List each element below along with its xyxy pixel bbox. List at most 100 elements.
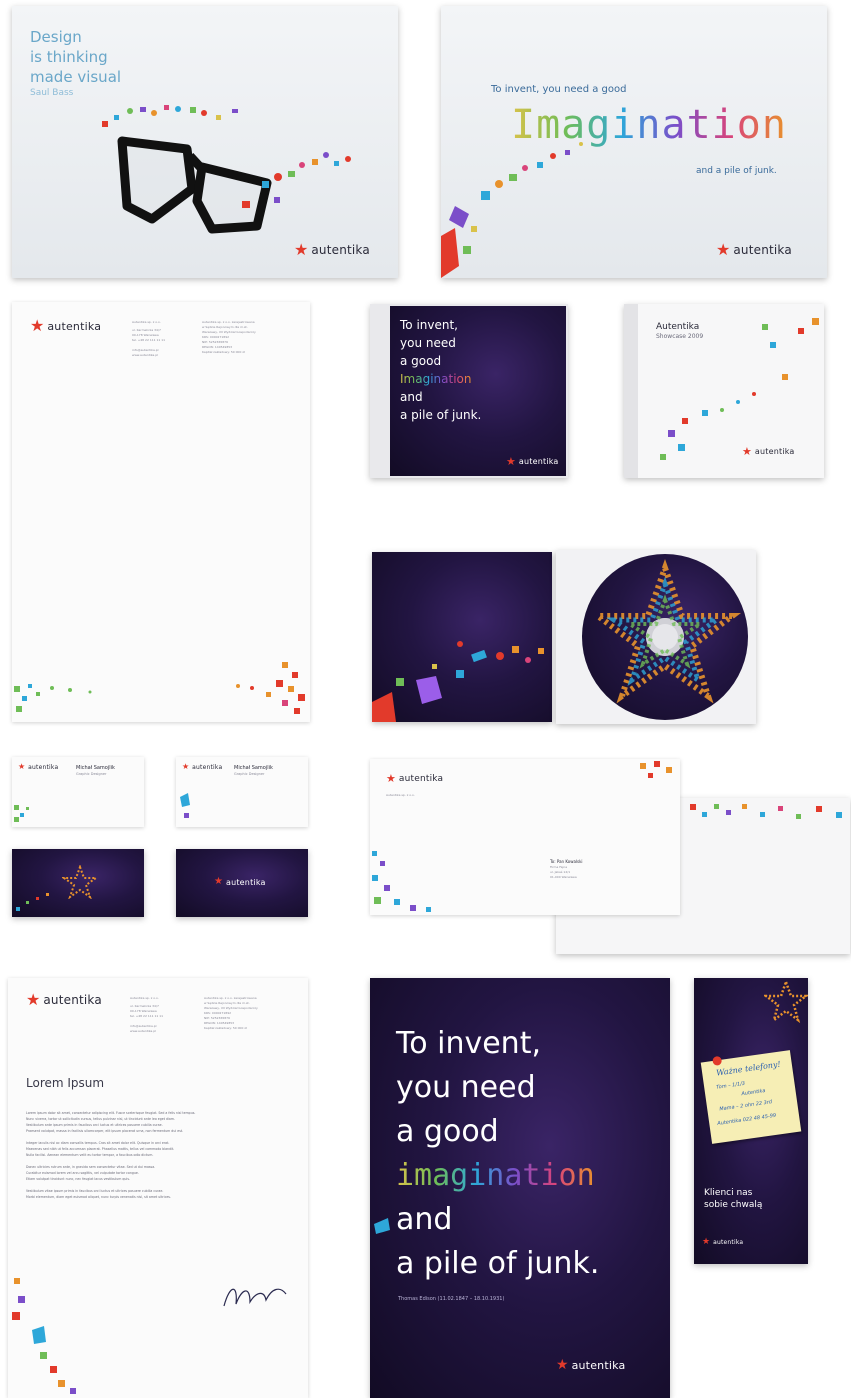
autentika-star-icon: ★ (742, 445, 752, 458)
poster1-logo: ★ autentika (294, 242, 370, 258)
poster1-quote-line2: is thinking (30, 48, 108, 66)
letter-address-right: Autentika sp. z o.o. zarejestrowana w Są… (204, 996, 258, 1030)
envelope-sender: Autentika sp. z o.o. (386, 793, 415, 797)
business-card-front-2: ★ autentika Michał Samojlik Graphic Desi… (176, 757, 308, 827)
business-card-back-2: ★ autentika (176, 849, 308, 917)
autentika-star-icon: ★ (556, 1357, 569, 1373)
bc1-name: Michał Samojlik (76, 765, 115, 771)
autentika-star-icon: ★ (506, 455, 516, 468)
rollup-note-line2: Autentika (741, 1087, 766, 1098)
letterhead-address-left: ul. Karmelicka 34/7 00-178 Warszawa tel.… (132, 328, 166, 357)
poster2-logo-word: autentika (733, 243, 792, 257)
cd-disc-star-icon (589, 559, 741, 704)
envelope-logo: ★ autentika (386, 773, 443, 784)
poster1-quote-line1: Design (30, 28, 82, 46)
cd-cover-artwork: To invent, you need a good Imagination a… (390, 306, 566, 476)
poster3-line2: you need (396, 1070, 536, 1105)
cd-cover-logo: ★ autentika (506, 456, 559, 467)
envelope-to-lines: Firma Fajna ul. Jakaś 12/1 01-000 Warsza… (550, 865, 577, 879)
cd-cover: To invent, you need a good Imagination a… (370, 304, 568, 478)
envelope-back-confetti (690, 804, 842, 819)
poster3-line6: a pile of junk. (396, 1246, 600, 1281)
bc-back2-logo-word: autentika (225, 877, 266, 887)
envelope-logo-word: autentika (398, 773, 444, 784)
poster-imagination: To invent, you need a good Imagination a… (441, 6, 827, 278)
rollup-note-line4: Autentika 022 48 45-99 (717, 1112, 777, 1127)
poster1-quote-line3: made visual (30, 68, 122, 86)
envelope-to-label: To: Pan Kowalski (550, 859, 583, 864)
autentika-star-icon: ★ (294, 240, 309, 259)
poster3-line4: imagination (396, 1158, 595, 1193)
poster3-logo-word: autentika (571, 1358, 626, 1372)
envelope-confetti-left (372, 851, 431, 912)
poster3-line5: and (396, 1202, 453, 1237)
pushpin-icon (712, 1055, 723, 1066)
cd-back-logo: ★ autentika (742, 446, 795, 457)
letterhead-sheet: ★ autentika Autentika sp. z o.o. ul. Kar… (12, 302, 310, 722)
cd-back-logo-word: autentika (754, 447, 795, 456)
poster2-logo: ★ autentika (716, 242, 792, 258)
poster-dark-edison: To invent, you need a good imagination a… (370, 978, 670, 1398)
poster1-logo-word: autentika (311, 243, 370, 257)
rollup-slogan-line2: sobie chwalą (704, 1200, 763, 1210)
letter-signature (223, 1288, 287, 1307)
letter-confetti (12, 1278, 76, 1394)
autentika-star-icon: ★ (18, 762, 26, 771)
bc-back1-confetti (16, 893, 49, 911)
cd-cover-line1: To invent, (400, 318, 458, 332)
bc1-role: Graphic Designer (76, 772, 107, 776)
bc2-confetti (180, 793, 190, 818)
poster3-line1: To invent, (396, 1026, 541, 1061)
envelope-confetti-right (640, 761, 672, 778)
autentika-star-icon: ★ (386, 772, 396, 785)
poster-design-thinking: Design is thinking made visual Saul Bass… (12, 6, 398, 278)
poster1-author: Saul Bass (30, 88, 74, 98)
autentika-star-icon: ★ (214, 876, 223, 887)
rollup-note-line1: Tom – 1/1/3 (715, 1080, 746, 1091)
cd-disc (582, 554, 748, 720)
bc1-logo: ★ autentika (18, 763, 58, 771)
letter-sheet: ★ autentika Autentika sp. z o.o. ul. Kar… (8, 978, 308, 1398)
poster3-junk-icon (374, 1218, 390, 1234)
rollup-logo-word: autentika (713, 1239, 744, 1246)
business-card-front-1: ★ autentika Michał Samojlik Graphic Desi… (12, 757, 144, 827)
bc-back2-logo: ★ autentika (214, 877, 266, 887)
glasses-illustration (102, 105, 351, 234)
letterhead-logo: ★ autentika (30, 318, 101, 334)
bc1-logo-word: autentika (28, 763, 59, 771)
autentika-star-icon: ★ (716, 240, 731, 259)
junk-trail-illustration (441, 142, 583, 278)
poster3-logo: ★ autentika (556, 1358, 625, 1372)
cd-inlay-left (372, 552, 552, 722)
autentika-star-icon: ★ (26, 990, 41, 1009)
cd-cover-line4: Imagination (400, 372, 472, 386)
letterhead-address-right: Autentika sp. z o.o. zarejestrowana w Są… (202, 320, 256, 354)
letter-company: Autentika sp. z o.o. (130, 996, 159, 1000)
cd-cover-logo-word: autentika (518, 457, 559, 466)
letterhead-confetti-left (14, 684, 92, 712)
poster2-tail: and a pile of junk. (696, 166, 777, 176)
cd-inlay-confetti (372, 641, 544, 722)
rollup-sticky-note: Ważne telefony! Tom – 1/1/3 Autentika Ma… (700, 1050, 802, 1144)
poster2-lead: To invent, you need a good (491, 84, 627, 95)
rollup-banner: Ważne telefony! Tom – 1/1/3 Autentika Ma… (694, 978, 808, 1264)
cd-cover-line2: you need (400, 336, 456, 350)
bc2-name: Michał Samojlik (234, 765, 273, 771)
cd-cover-line5: and (400, 390, 423, 404)
rollup-note-title: Ważne telefony! (715, 1059, 782, 1078)
rollup-slogan-line1: Klienci nas (704, 1188, 753, 1198)
bc2-role: Graphic Designer (234, 772, 265, 776)
letterhead-confetti-right (236, 662, 305, 714)
autentika-star-icon: ★ (182, 762, 190, 771)
bc2-logo-word: autentika (192, 763, 223, 771)
cd-cover-line6: a pile of junk. (400, 408, 482, 422)
cd-cover-line3: a good (400, 354, 442, 368)
envelope-front: ★ autentika Autentika sp. z o.o. To: Pan… (370, 759, 680, 915)
poster3-credit: Thomas Edison (11.02.1847 – 18.10.1931) (398, 1296, 505, 1302)
poster3-line3: a good (396, 1114, 499, 1149)
rollup-logo: ★ autentika (702, 1238, 743, 1247)
letter-address-left: ul. Karmelicka 34/7 00-178 Warszawa tel.… (130, 1004, 164, 1033)
bc2-logo: ★ autentika (182, 763, 222, 771)
rollup-note-line3: Mama – 2 ohn 22 3rd (719, 1099, 773, 1113)
letterhead-company: Autentika sp. z o.o. (132, 320, 161, 324)
